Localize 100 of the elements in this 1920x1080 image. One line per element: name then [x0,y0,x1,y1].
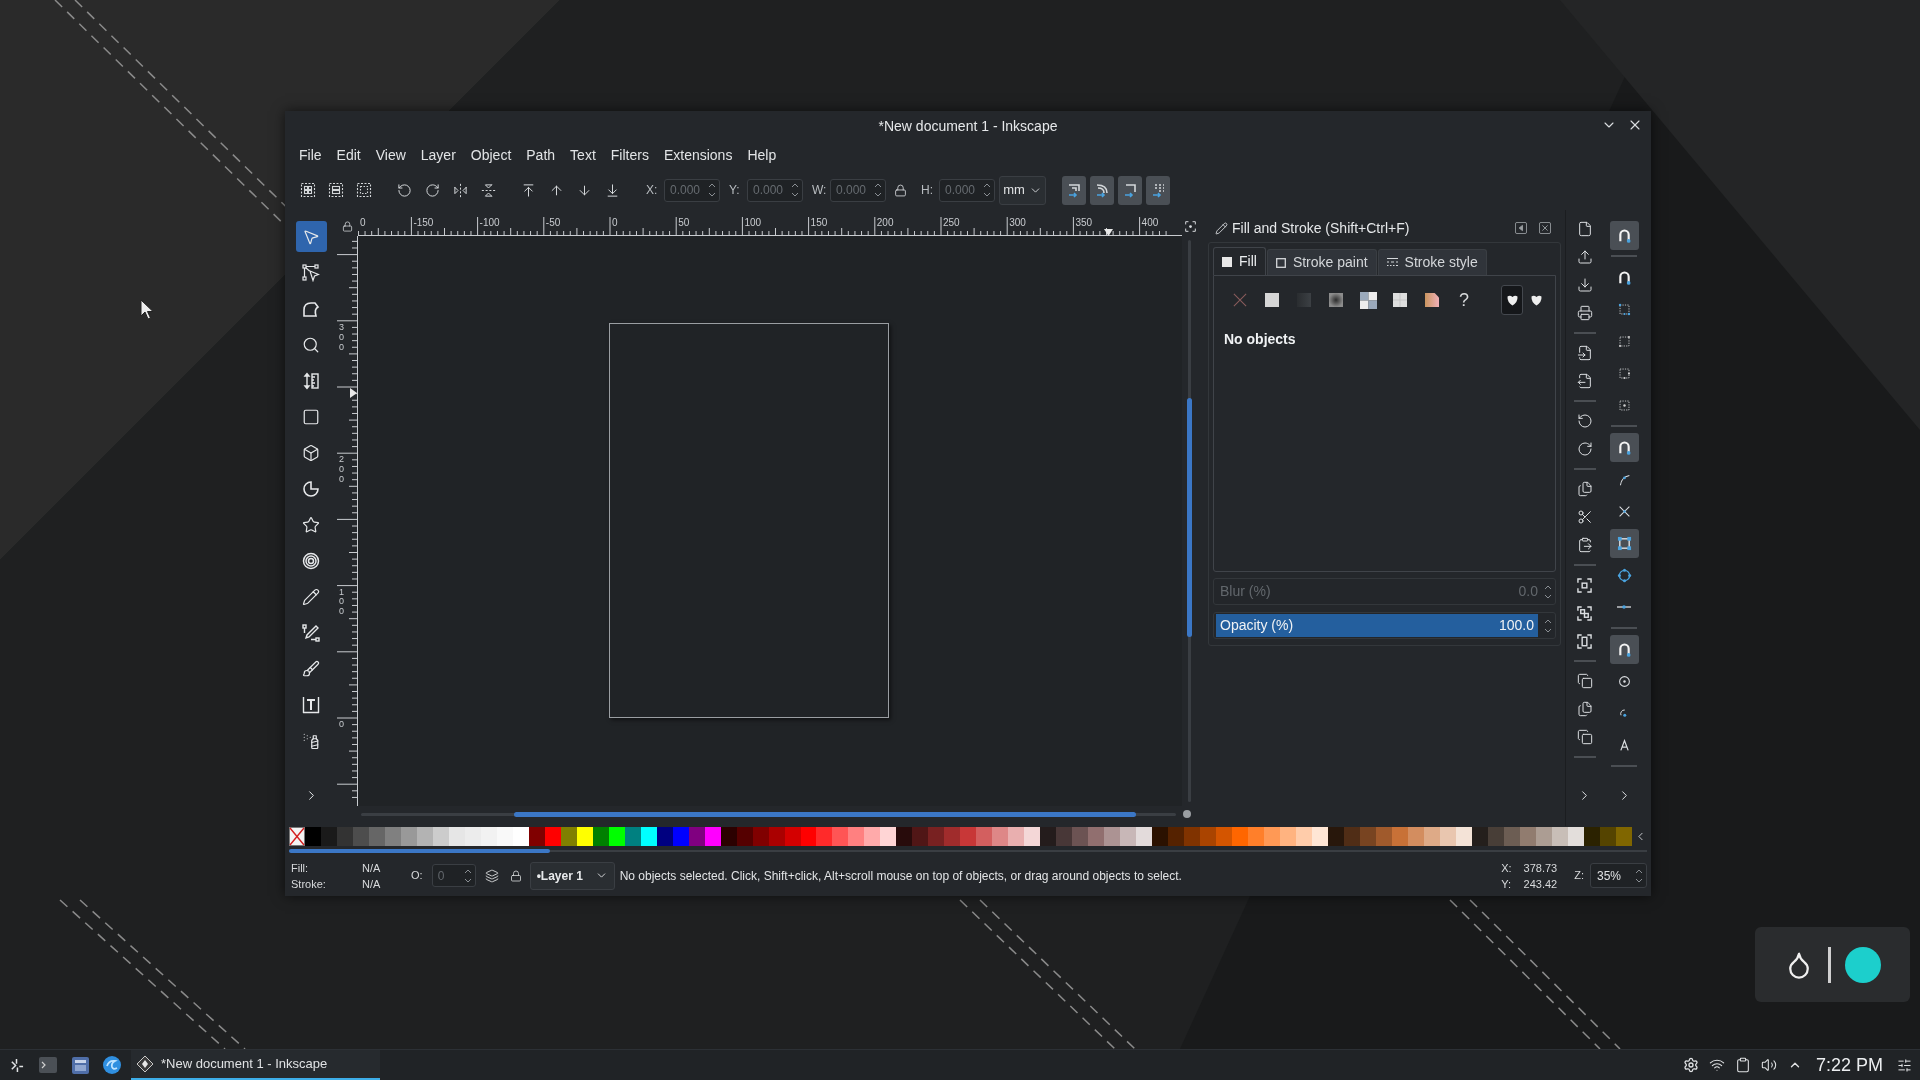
menu-item[interactable]: Edit [336,145,361,166]
volume-icon[interactable] [1760,1057,1777,1073]
scrollbar-thumb[interactable] [514,811,1136,817]
window-icon[interactable] [71,1056,89,1074]
color-swatch[interactable] [944,826,961,846]
color-swatch[interactable] [1040,826,1057,846]
rotate-right-icon[interactable] [424,182,440,198]
download-icon[interactable] [1576,277,1593,293]
color-swatch[interactable] [848,826,865,846]
document-arrow-in-icon[interactable] [1576,345,1593,361]
color-swatch[interactable] [1200,826,1217,846]
taskbar-task[interactable]: *New document 1 - Inkscape [131,1050,380,1080]
document-arrow-out-icon[interactable] [1576,373,1593,389]
scan-squares-icon[interactable] [1577,605,1592,621]
color-swatch[interactable] [1248,826,1265,846]
color-swatch[interactable] [1072,826,1089,846]
documents-icon[interactable] [1576,481,1593,497]
clock[interactable]: 7:22 PM [1815,1051,1883,1079]
color-swatch[interactable] [1104,826,1121,846]
color-swatch[interactable] [1296,826,1312,846]
document-icon[interactable] [1576,221,1593,237]
menu-item[interactable]: Filters [610,145,649,166]
terminal-icon[interactable] [39,1057,57,1073]
menu-item[interactable]: File [299,145,322,166]
color-swatch[interactable] [1056,826,1073,846]
rotate-left-icon[interactable] [396,182,412,198]
layers-icon[interactable] [484,868,499,883]
spin-arrows-icon[interactable] [1544,617,1552,634]
panel-tab[interactable]: Fill [1213,247,1266,275]
color-swatch[interactable] [896,826,913,846]
lock-icon[interactable] [893,183,907,197]
settings-icon[interactable] [1682,1057,1699,1073]
color-swatch[interactable] [864,826,881,846]
menu-item[interactable]: View [375,145,406,166]
undo-icon[interactable] [1576,413,1593,429]
color-swatch[interactable] [1312,826,1328,846]
layer-dropdown[interactable]: •Layer 1 [529,861,615,890]
dashed-square-grid-icon[interactable] [300,182,316,198]
color-swatch[interactable] [1008,826,1025,846]
printer-icon[interactable] [1576,305,1593,321]
color-swatch[interactable] [1184,826,1201,846]
opacity-slider[interactable]: Opacity (%) 100.0 [1216,614,1538,637]
color-swatch[interactable] [1264,826,1281,846]
color-swatch[interactable] [1120,826,1137,846]
color-swatch[interactable] [992,826,1009,846]
color-swatch[interactable] [1136,826,1153,846]
color-swatch[interactable] [928,826,945,846]
toggle-button[interactable] [1062,175,1086,205]
flip-horizontal-icon[interactable] [452,182,468,198]
spin-arrows-icon[interactable] [1635,867,1643,884]
color-swatch[interactable] [960,826,977,846]
scan-dot-icon[interactable] [1184,221,1196,232]
fill-rule-button[interactable] [1501,285,1523,315]
upload-icon[interactable] [1576,249,1593,265]
redo-icon[interactable] [1576,441,1593,457]
toggle-button[interactable] [1146,175,1170,205]
files-icon[interactable] [1576,701,1593,717]
scrollbar-thumb[interactable] [1187,398,1192,637]
dashed-squares-icon[interactable] [356,182,372,198]
paint-type-button[interactable]: ? [1448,285,1480,315]
dashed-square-bars-icon[interactable] [328,182,344,198]
panel-tab[interactable]: Stroke paint [1266,249,1377,275]
menu-item[interactable]: Extensions [663,145,733,166]
scan-page-icon[interactable] [1577,633,1592,649]
menu-item[interactable]: Text [570,145,596,166]
zoom-field[interactable]: 35% [1590,863,1647,888]
scissors-icon[interactable] [1576,509,1593,525]
snap-toggle[interactable] [1609,528,1639,558]
copy-icon[interactable] [1576,673,1593,689]
color-swatch[interactable] [976,826,993,846]
color-swatch[interactable] [912,826,929,846]
snap-toggle[interactable] [1609,432,1639,462]
sliders-icon[interactable] [1897,1057,1912,1073]
color-swatch[interactable] [1088,826,1105,846]
color-swatch[interactable] [1024,826,1041,846]
unit-dropdown[interactable]: mm [999,175,1046,205]
close-icon[interactable] [1539,222,1551,234]
color-swatch[interactable] [1232,826,1249,846]
menu-item[interactable]: Object [470,145,512,166]
menu-item[interactable]: Path [526,145,556,166]
clipboard-icon[interactable] [1734,1057,1751,1073]
tool-button[interactable] [295,221,327,252]
color-swatch[interactable] [816,826,833,846]
filled-circle-icon[interactable] [1845,946,1881,983]
color-swatch[interactable] [1280,826,1296,846]
toggle-button[interactable] [1090,175,1114,205]
snap-toggle[interactable] [1609,634,1639,664]
scan-square-icon[interactable] [1577,577,1592,593]
swirl-circle-icon[interactable] [103,1056,121,1074]
snap-toggle[interactable] [1609,220,1639,250]
color-swatch[interactable] [1168,826,1185,846]
copy-icon[interactable] [1576,729,1593,745]
vertical-scrollbar[interactable] [1188,240,1191,802]
wifi-icon[interactable] [1708,1057,1725,1073]
arrow-down-icon[interactable] [576,182,592,198]
lock-icon[interactable] [509,869,522,882]
clipboard-arrow-icon[interactable] [1576,537,1593,553]
horizontal-scrollbar[interactable] [361,812,1176,816]
toggle-button[interactable] [1118,175,1142,205]
color-swatch[interactable] [1216,826,1233,846]
